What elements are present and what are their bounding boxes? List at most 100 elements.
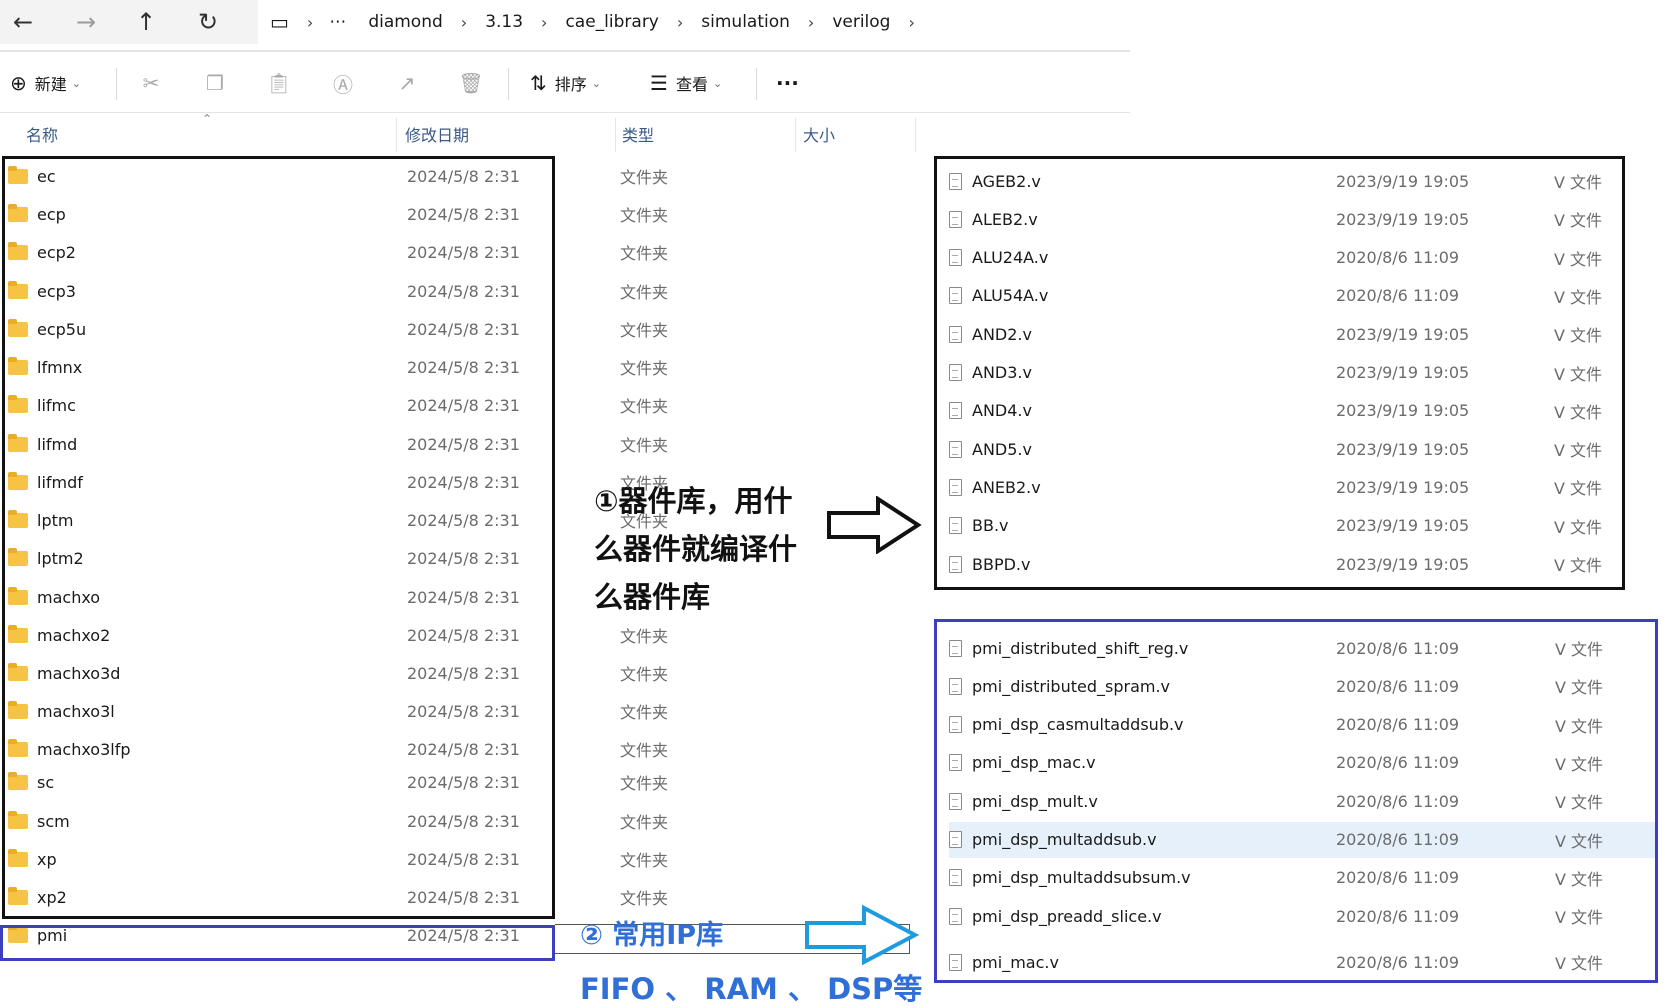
view-button[interactable]: ☰ 查看 ⌄	[650, 66, 722, 100]
file-type: V 文件	[1554, 479, 1603, 499]
device-files-panel: AGEB2.v 2023/9/19 19:05 V 文件 ALEB2.v 2023/9/…	[934, 156, 1625, 590]
device-file-row[interactable]: BBPD.v 2023/9/19 19:05 V 文件	[949, 546, 1609, 582]
pmi-file-row[interactable]: pmi_dsp_preadd_slice.v 2020/8/6 11:09 V 文件	[949, 898, 1655, 934]
file-icon	[949, 325, 962, 343]
file-date: 2020/8/6 11:09	[1336, 676, 1460, 696]
sort-label: 排序	[554, 75, 587, 94]
pmi-file-row[interactable]: pmi_mac.v 2020/8/6 11:09 V 文件	[949, 944, 1655, 980]
pmi-file-row[interactable]: pmi_dsp_mac.v 2020/8/6 11:09 V 文件	[949, 745, 1655, 781]
chevron-right-icon[interactable]: ›	[802, 13, 820, 32]
copy-icon[interactable]: ❐	[200, 68, 230, 98]
share-icon[interactable]: ↗	[392, 68, 422, 98]
device-file-row[interactable]: ANEB2.v 2023/9/19 19:05 V 文件	[949, 469, 1609, 505]
delete-icon[interactable]: 🗑︎	[456, 68, 486, 98]
device-file-row[interactable]: ALEB2.v 2023/9/19 19:05 V 文件	[949, 201, 1609, 237]
folder-type: 文件夹	[620, 321, 669, 340]
pmi-file-row[interactable]: pmi_dsp_multaddsub.v 2020/8/6 11:09 V 文件	[949, 821, 1655, 858]
more-options-button[interactable]: ···	[776, 66, 799, 100]
file-icon	[949, 364, 962, 381]
file-name: pmi_mac.v	[972, 952, 1059, 972]
folder-type: 文件夹	[620, 774, 669, 793]
device-file-row[interactable]: AND3.v 2023/9/19 19:05 V 文件	[949, 355, 1609, 391]
folder-type: 文件夹	[620, 851, 669, 870]
divider	[0, 50, 1130, 52]
file-date: 2023/9/19 19:05	[1336, 401, 1470, 421]
column-divider[interactable]	[615, 118, 616, 152]
breadcrumb-item[interactable]: simulation	[689, 12, 802, 32]
file-name: AND2.v	[972, 324, 1032, 344]
chevron-right-icon[interactable]: ›	[455, 13, 473, 32]
breadcrumb-item[interactable]: 3.13	[473, 12, 535, 32]
arrow-right-icon	[805, 905, 920, 965]
file-name: pmi_dsp_mac.v	[972, 753, 1096, 773]
rename-icon[interactable]: Ⓐ	[328, 68, 358, 98]
pmi-file-row[interactable]: pmi_distributed_shift_reg.v 2020/8/6 11:0…	[949, 630, 1655, 666]
forward-icon[interactable]: →	[68, 4, 104, 40]
pmi-file-row[interactable]: pmi_distributed_spram.v 2020/8/6 11:09 V 文…	[949, 668, 1655, 704]
column-divider[interactable]	[795, 118, 796, 152]
column-header-type[interactable]: 类型	[622, 120, 654, 148]
file-type: V 文件	[1554, 364, 1603, 384]
column-header-name[interactable]: 名称	[26, 120, 58, 148]
file-icon	[949, 907, 962, 925]
divider	[756, 68, 757, 100]
back-icon[interactable]: ←	[5, 4, 41, 40]
new-button[interactable]: ⊕ 新建 ⌄	[10, 66, 81, 100]
device-file-row[interactable]: ALU24A.v 2020/8/6 11:09 V 文件	[949, 240, 1609, 276]
file-name: BB.v	[972, 516, 1009, 536]
view-label: 查看	[675, 75, 708, 94]
device-file-row[interactable]: AGEB2.v 2023/9/19 19:05 V 文件	[949, 163, 1609, 199]
file-date: 2023/9/19 19:05	[1336, 209, 1470, 229]
file-name: ALEB2.v	[972, 209, 1038, 229]
device-file-row[interactable]: BB.v 2023/9/19 19:05 V 文件	[949, 508, 1609, 544]
view-list-icon: ☰	[650, 71, 668, 95]
file-date: 2020/8/6 11:09	[1336, 753, 1460, 773]
breadcrumb-item[interactable]: diamond	[356, 12, 454, 32]
device-file-row[interactable]: ALU54A.v 2020/8/6 11:09 V 文件	[949, 278, 1609, 314]
file-date: 2023/9/19 19:05	[1336, 477, 1470, 497]
device-library-highlight-box	[2, 156, 555, 919]
file-icon	[949, 287, 962, 305]
device-file-row[interactable]: AND2.v 2023/9/19 19:05 V 文件	[949, 316, 1609, 352]
pmi-file-row[interactable]: pmi_dsp_mult.v 2020/8/6 11:09 V 文件	[949, 783, 1655, 819]
file-date: 2023/9/19 19:05	[1336, 363, 1470, 382]
sort-icon: ⇅	[530, 71, 547, 95]
ip-library-annotation-title: ② 常用IP库	[580, 920, 724, 951]
device-file-row[interactable]: AND5.v 2023/9/19 19:05 V 文件	[949, 431, 1609, 467]
more-path-icon[interactable]: ⋯	[319, 12, 356, 32]
column-header-modified[interactable]: 修改日期	[405, 120, 469, 148]
folder-type: 文件夹	[620, 889, 669, 908]
file-type: V 文件	[1555, 754, 1604, 774]
chevron-right-icon[interactable]: ›	[301, 13, 319, 32]
cut-icon[interactable]: ✂	[136, 68, 166, 98]
pmi-file-row[interactable]: pmi_dsp_multaddsubsum.v 2020/8/6 11:09 V 文…	[949, 860, 1655, 896]
refresh-icon[interactable]: ↻	[190, 4, 226, 40]
chevron-right-icon[interactable]: ›	[671, 13, 689, 32]
chevron-right-icon[interactable]: ›	[535, 13, 553, 32]
file-date: 2023/9/19 19:05	[1336, 516, 1470, 536]
file-name: pmi_dsp_casmultaddsub.v	[972, 715, 1184, 735]
computer-icon[interactable]: ▭	[258, 10, 301, 34]
chevron-right-icon[interactable]: ›	[902, 13, 920, 32]
file-name: pmi_distributed_shift_reg.v	[972, 638, 1189, 658]
new-label: 新建	[34, 75, 67, 94]
folder-type: 文件夹	[620, 741, 669, 760]
column-divider[interactable]	[396, 118, 397, 152]
breadcrumb-item[interactable]: cae_library	[553, 12, 670, 32]
breadcrumb[interactable]: ▭ › ⋯ diamond › 3.13 › cae_library › sim…	[258, 0, 1130, 44]
file-icon	[949, 517, 962, 535]
breadcrumb-item[interactable]: verilog	[820, 12, 902, 32]
file-icon	[949, 831, 962, 848]
file-name: AND4.v	[972, 401, 1032, 421]
column-divider[interactable]	[915, 118, 916, 152]
file-name: pmi_dsp_multaddsubsum.v	[972, 868, 1191, 888]
up-icon[interactable]: ↑	[128, 4, 164, 40]
file-type: V 文件	[1554, 402, 1603, 422]
folder-type: 文件夹	[620, 813, 669, 832]
pmi-file-row[interactable]: pmi_dsp_casmultaddsub.v 2020/8/6 11:09 V 文…	[949, 707, 1655, 743]
device-file-row[interactable]: AND4.v 2023/9/19 19:05 V 文件	[949, 393, 1609, 429]
sort-button[interactable]: ⇅ 排序 ⌄	[530, 66, 601, 100]
column-header-size[interactable]: 大小	[803, 120, 835, 148]
paste-icon[interactable]: 📋︎	[264, 68, 294, 98]
ip-library-annotation-sub: FIFO 、 RAM 、 DSP等	[580, 972, 923, 1006]
